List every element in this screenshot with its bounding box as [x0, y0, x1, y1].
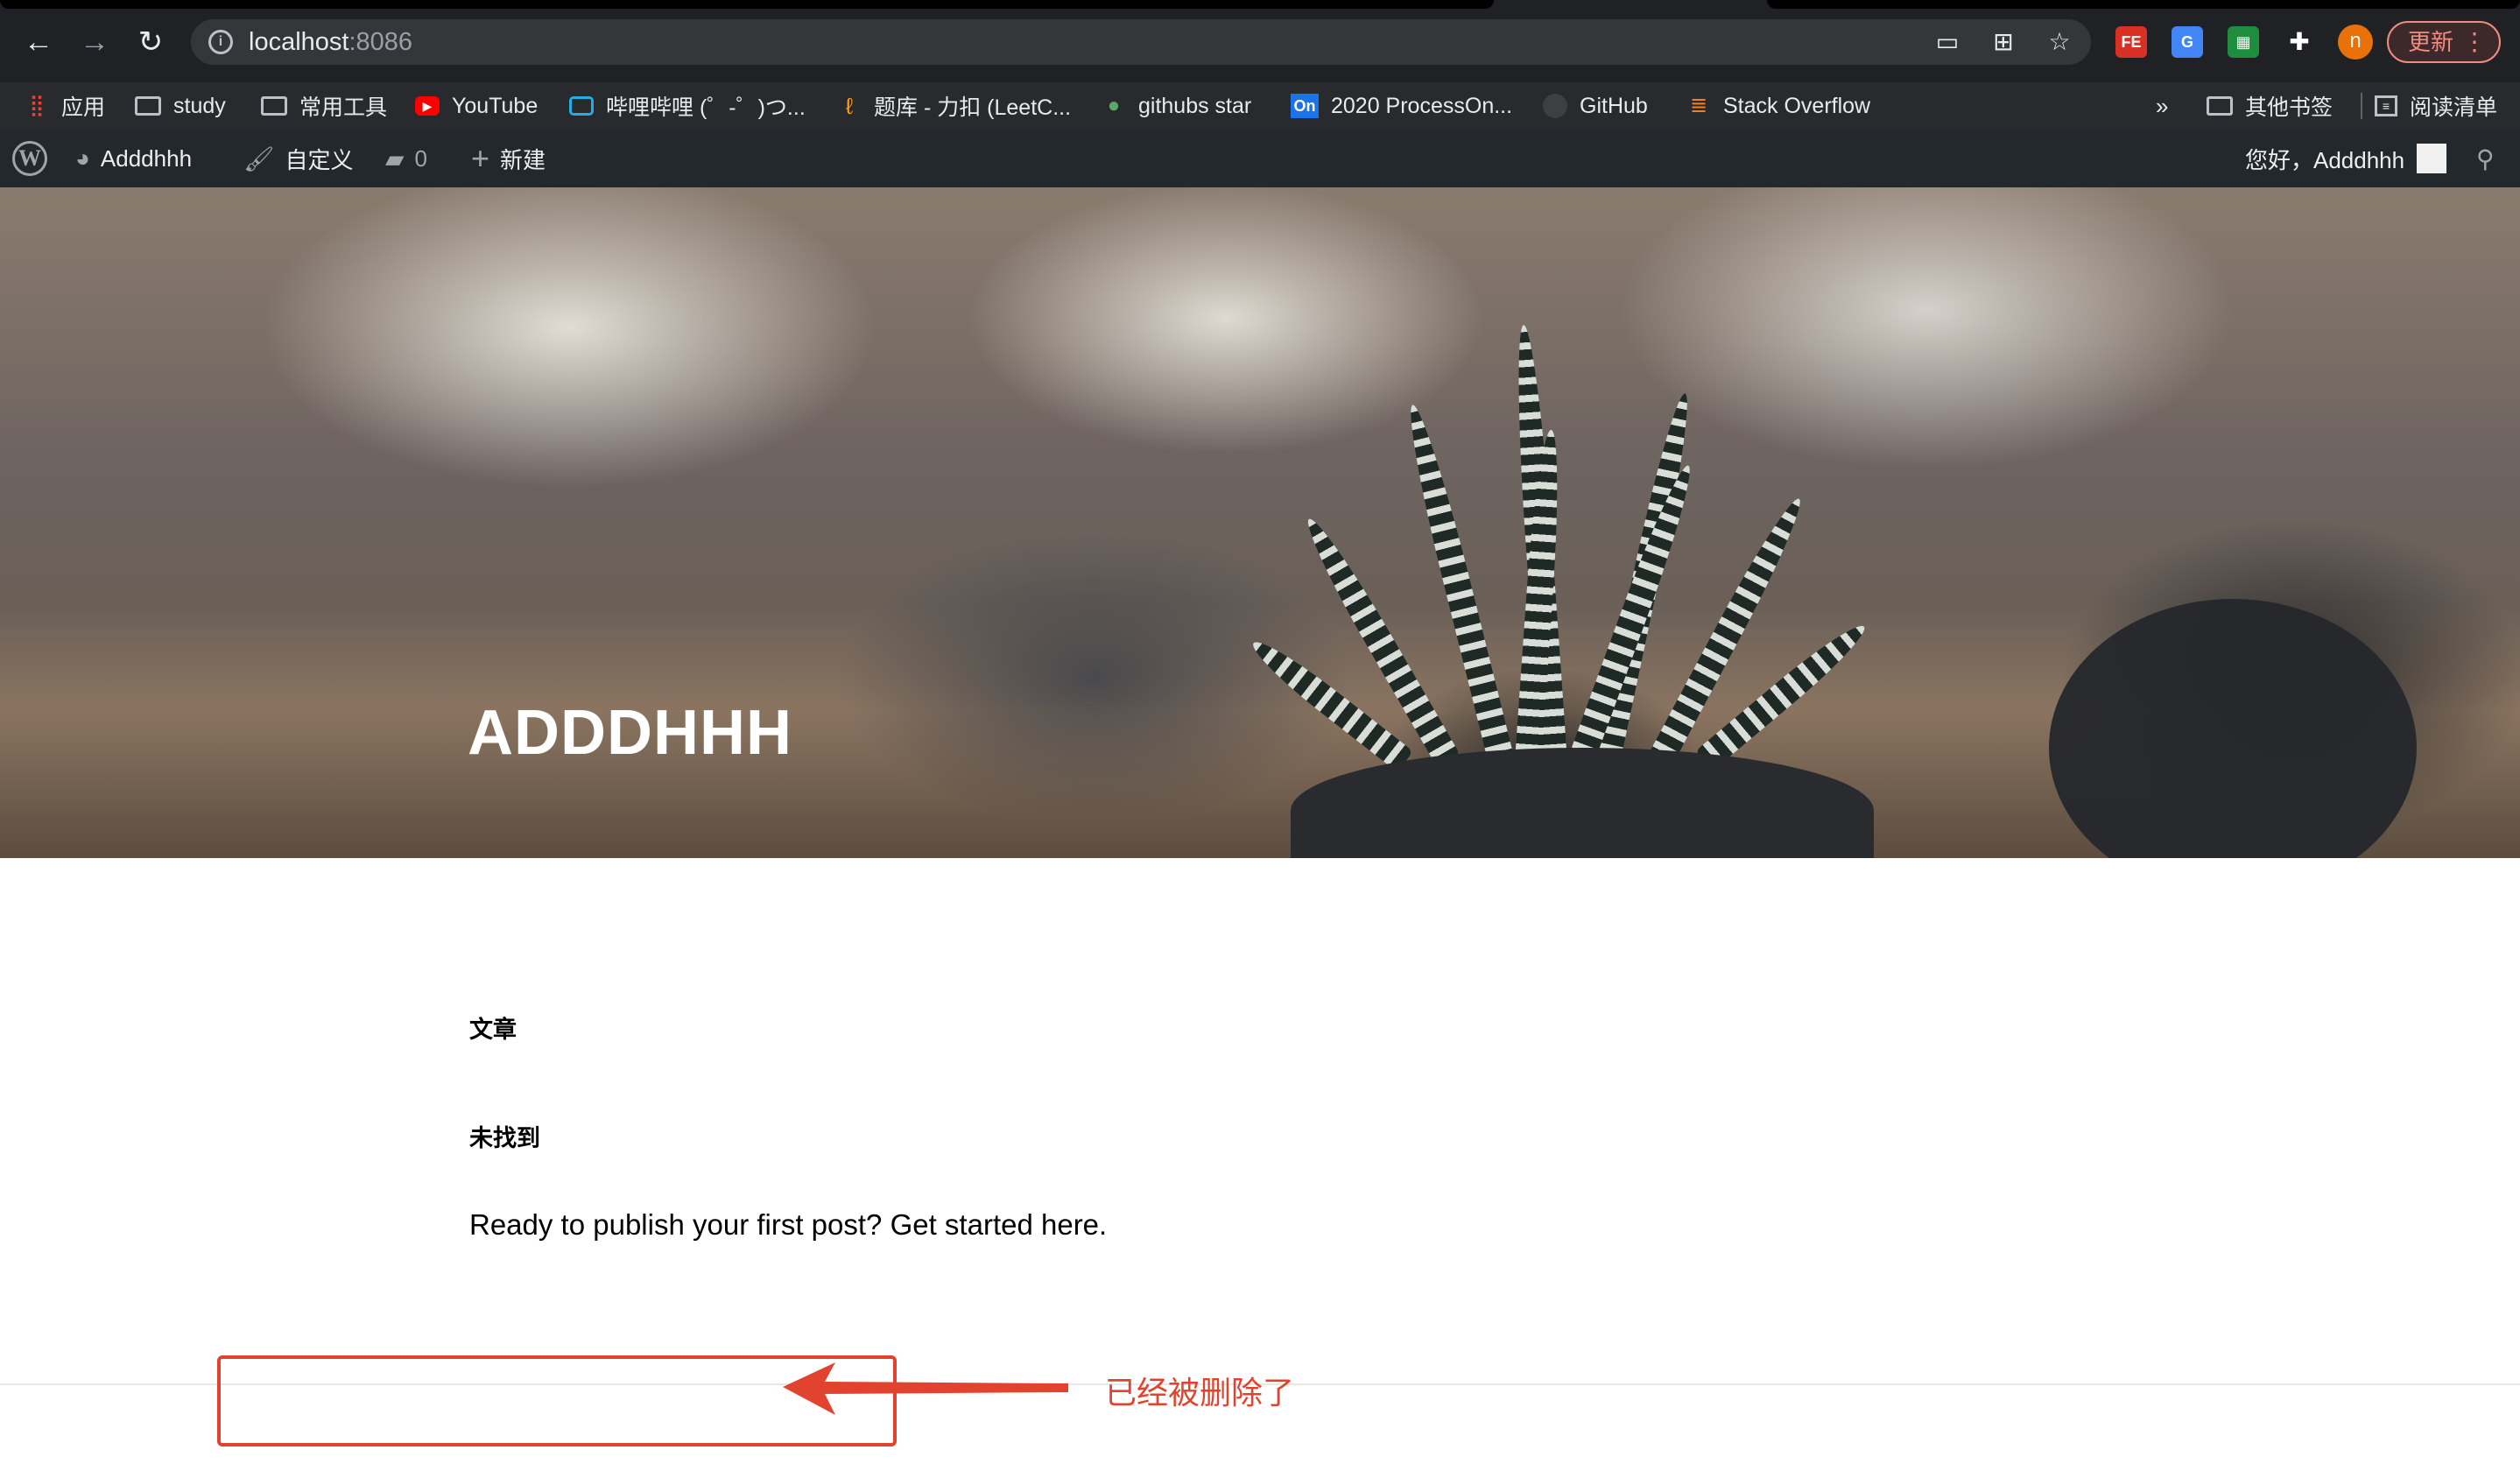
- bookmark-stackoverflow[interactable]: ≣ Stack Overflow: [1686, 82, 1870, 130]
- bookmark-folder-study[interactable]: study: [135, 82, 226, 130]
- plus-icon: +: [471, 140, 490, 176]
- reading-list-icon: ≡: [2375, 95, 2397, 116]
- site-title[interactable]: ADDDHHH: [468, 697, 792, 769]
- fe-helper-icon[interactable]: FE: [2115, 26, 2147, 58]
- wp-customize[interactable]: 🖌 自定义: [243, 130, 354, 187]
- bookmark-bilibili[interactable]: 哔哩哔哩 (゜-゜)つ...: [569, 82, 806, 130]
- bookmark-apps[interactable]: ⣿ 应用: [25, 82, 105, 130]
- no-posts-message[interactable]: Ready to publish your first post? Get st…: [469, 1208, 1107, 1242]
- url-port: :8086: [348, 28, 413, 56]
- browser-toolbar: ← → ↻ i localhost:8086 ▭ ⊞ ☆ FE G ▦ ✚ n …: [0, 0, 2520, 82]
- bookmark-other-folder[interactable]: 其他书签: [2207, 82, 2333, 130]
- url-text[interactable]: localhost:8086: [249, 28, 412, 57]
- bookmark-github[interactable]: GitHub: [1543, 82, 1648, 130]
- bookmark-label: study: [173, 93, 226, 118]
- puzzle-icon[interactable]: ✚: [2284, 26, 2315, 58]
- bilibili-icon: [569, 96, 594, 116]
- cast-icon[interactable]: ▭: [1933, 28, 1961, 56]
- folder-icon: [261, 96, 287, 116]
- site-info-icon[interactable]: i: [208, 30, 233, 54]
- site-name-label: Adddhhh: [100, 144, 193, 172]
- comment-icon: ▰: [385, 144, 405, 172]
- bookmark-leetcode[interactable]: ℓ 题库 - 力扣 (LeetC...: [837, 82, 1071, 130]
- update-label: 更新: [2408, 29, 2454, 55]
- wp-comments[interactable]: ▰ 0: [385, 130, 427, 187]
- background-plant-pot: [2049, 599, 2417, 858]
- annotation-arrow: [783, 1362, 1068, 1415]
- customize-label: 自定义: [285, 146, 354, 173]
- update-button[interactable]: 更新 ⋮: [2387, 21, 2501, 63]
- bookmarks-divider: [2361, 93, 2362, 119]
- processon-icon: On: [1291, 94, 1319, 118]
- wp-site-name[interactable]: ◕ Adddhhh: [75, 130, 192, 187]
- bookmarks-bar: ⣿ 应用 study 常用工具 ▶ YouTube 哔哩哔哩 (゜-゜)つ...…: [0, 82, 2520, 130]
- paintbrush-icon: 🖌: [243, 144, 275, 172]
- wp-my-account[interactable]: 您好，Adddhhh: [2245, 130, 2447, 187]
- github-icon: [1543, 94, 1567, 118]
- bookmark-processon[interactable]: On 2020 ProcessOn...: [1291, 82, 1512, 130]
- wp-new-content[interactable]: + 新建: [471, 130, 546, 187]
- qr-code-icon[interactable]: ⊞: [1989, 28, 2017, 56]
- bookmark-folder-tools[interactable]: 常用工具: [261, 82, 387, 130]
- bookmark-label: 常用工具: [299, 95, 388, 120]
- bookmark-label: 阅读清单: [2410, 95, 2498, 120]
- profile-avatar[interactable]: n: [2338, 25, 2373, 60]
- bookmark-label: YouTube: [452, 93, 538, 118]
- dashboard-icon: ◕: [75, 144, 90, 172]
- apps-grid-icon: ⣿: [29, 94, 45, 117]
- bookmark-label: githubs star: [1138, 93, 1252, 118]
- translate-icon[interactable]: G: [2172, 26, 2203, 58]
- url-host: localhost: [249, 28, 349, 56]
- sheets-extension-icon[interactable]: ▦: [2228, 26, 2259, 58]
- bookmark-label: 题库 - 力扣 (LeetC...: [874, 95, 1072, 120]
- wordpress-icon: W: [12, 141, 47, 176]
- bookmarks-overflow-button[interactable]: »: [2156, 82, 2168, 130]
- bookmark-label: 其他书签: [2245, 95, 2333, 120]
- plant-pot: [1291, 748, 1874, 858]
- folder-icon: [135, 96, 161, 116]
- menu-dots-icon[interactable]: ⋮: [2462, 23, 2487, 61]
- tab-edge: [1767, 0, 2520, 9]
- bookmark-label: Stack Overflow: [1723, 93, 1871, 118]
- new-label: 新建: [500, 146, 546, 173]
- not-found-heading: 未找到: [469, 1125, 540, 1151]
- user-avatar: [2417, 144, 2447, 173]
- address-bar[interactable]: i localhost:8086 ▭ ⊞ ☆: [191, 19, 2091, 65]
- leetcode-icon: ℓ: [845, 93, 854, 119]
- folder-icon: [2207, 96, 2233, 116]
- greeting-label: 您好，Adddhhh: [2245, 146, 2405, 173]
- bookmark-star-icon[interactable]: ☆: [2045, 28, 2073, 56]
- youtube-icon: ▶: [415, 96, 440, 116]
- posts-heading: 文章: [469, 1017, 517, 1043]
- turtle-icon: ●: [1107, 94, 1121, 117]
- stackoverflow-icon: ≣: [1689, 94, 1708, 117]
- hero-header: ADDDHHH ↓: [0, 187, 2520, 858]
- reading-list-button[interactable]: ≡ 阅读清单: [2375, 82, 2497, 130]
- bookmark-label: 哔哩哔哩 (゜-゜)つ...: [606, 95, 806, 120]
- comments-count: 0: [414, 144, 428, 172]
- bookmark-label: 2020 ProcessOn...: [1331, 93, 1513, 118]
- back-icon[interactable]: ←: [18, 21, 60, 63]
- reload-icon[interactable]: ↻: [130, 21, 172, 63]
- bookmark-youtube[interactable]: ▶ YouTube: [415, 82, 538, 130]
- wp-admin-bar: W ◕ Adddhhh 🖌 自定义 ▰ 0 + 新建 您好，Adddhhh ⚲: [0, 130, 2520, 187]
- search-icon: ⚲: [2476, 144, 2495, 172]
- wp-logo-menu[interactable]: W: [12, 130, 47, 187]
- active-tab-edge: [0, 0, 1494, 9]
- wp-search[interactable]: ⚲: [2476, 130, 2495, 187]
- bookmark-label: GitHub: [1580, 93, 1648, 118]
- bookmark-githubs-star[interactable]: ● githubs star: [1102, 82, 1252, 130]
- bookmark-label: 应用: [61, 95, 106, 120]
- annotation-text: 已经被删除了: [1105, 1375, 1295, 1411]
- forward-icon[interactable]: →: [74, 21, 116, 63]
